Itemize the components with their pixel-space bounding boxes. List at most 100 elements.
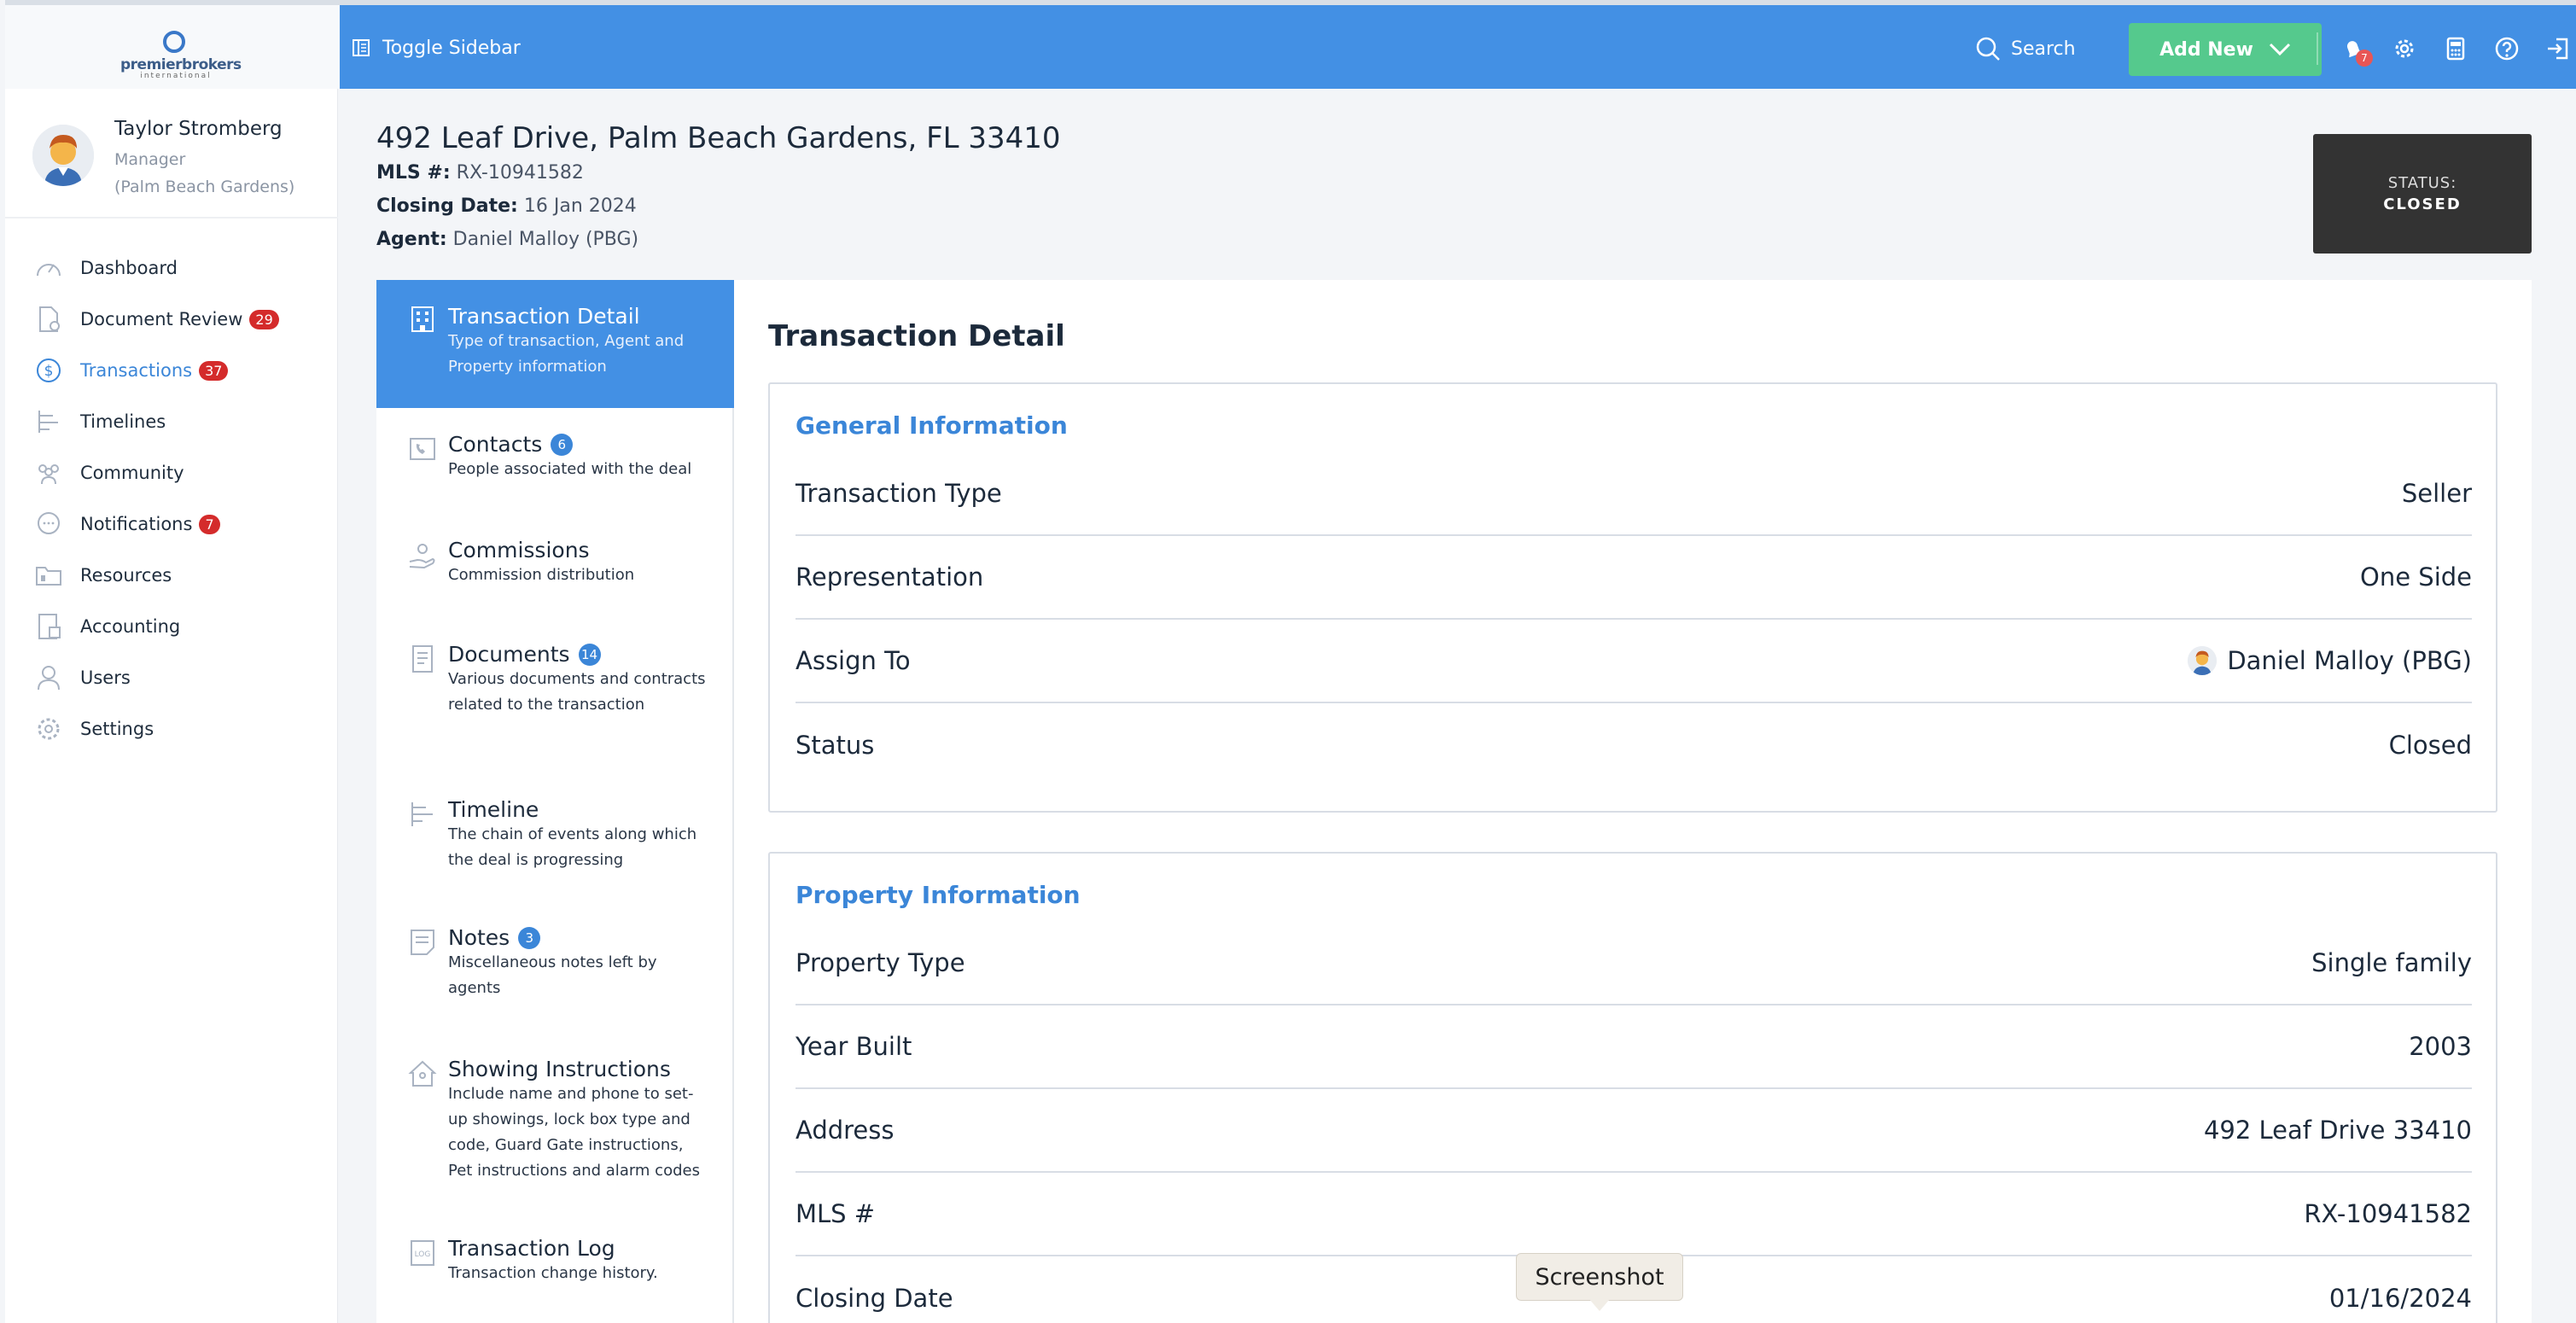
tab-description: Commission distribution [448,566,635,584]
tab-commissions[interactable]: Commissions Commission distribution [376,538,734,588]
avatar-icon [32,125,94,186]
avatar-icon [2188,646,2218,675]
status-value: CLOSED [2383,195,2462,213]
notifications-button[interactable]: 7 [2337,32,2373,67]
row-label: Property Type [796,948,965,977]
settings-button[interactable] [2388,32,2421,65]
gear-icon [2395,39,2414,58]
calculator-button[interactable] [2439,32,2472,65]
avatar [32,125,94,186]
sidebar-item-users[interactable]: Users [34,652,333,703]
tab-description: Include name and phone to set-up showing… [448,1085,700,1180]
sidebar-item-accounting[interactable]: Accounting [34,601,333,652]
chat-bubble-icon [38,512,60,534]
notification-count-badge: 7 [2356,50,2373,67]
sidebar-item-notifications[interactable]: Notifications 7 [34,498,333,550]
help-button[interactable] [2491,32,2523,65]
log-icon: LOG [411,1240,434,1266]
tab-title: Commissions [448,538,590,562]
tab-description: Transaction change history. [448,1264,658,1282]
sidebar-item-label: Resources [80,565,172,586]
svg-text:$: $ [44,363,54,380]
section-title: Transaction Detail [768,319,1065,353]
tab-title: Timeline [448,797,539,822]
logo-area[interactable]: premierbrokers international [5,5,340,89]
row-label: Address [796,1116,895,1145]
row-label: Representation [796,562,984,592]
dollar-circle-icon: $ [37,358,61,382]
info-row: Year Built 2003 [796,1005,2472,1089]
tab-title-text: Contacts [448,432,543,457]
logo: premierbrokers international [120,24,242,80]
logout-button[interactable] [2542,32,2574,65]
row-value: Closed [2388,731,2472,760]
sidebar-item-document-review[interactable]: Document Review 29 [34,294,333,345]
user-icon [38,666,60,691]
agent-line: Agent: Daniel Malloy (PBG) [376,229,638,250]
sidebar-nav: Dashboard Document Review 29 $ Transacti… [34,242,333,755]
info-row: Address 492 Leaf Drive 33410 [796,1089,2472,1173]
row-label: Assign To [796,646,911,675]
logo-mark-icon [163,31,185,53]
search-icon [1976,37,2000,61]
divider [5,217,338,219]
toggle-sidebar-button[interactable]: Toggle Sidebar [352,34,521,61]
icon-divider [2317,32,2318,65]
tab-notes[interactable]: Notes 3 Miscellaneous notes left by agen… [376,925,734,1001]
info-row: Assign To Daniel Malloy (PBG) [796,620,2472,703]
sidebar-item-label: Dashboard [80,258,178,278]
timeline-icon [411,802,433,826]
tab-title: Transaction Log [448,1236,615,1261]
sidebar-item-settings[interactable]: Settings [34,703,333,755]
tab-showing-instructions[interactable]: Showing Instructions Include name and ph… [376,1057,734,1184]
info-row: MLS # RX-10941582 [796,1173,2472,1256]
logo-text: premierbrokers [120,56,242,73]
speedometer-icon [37,264,61,277]
row-value: 01/16/2024 [2328,1284,2472,1313]
phone-book-icon [410,438,435,460]
status-label: STATUS: [2387,174,2457,192]
info-row: Property Type Single family [796,922,2472,1005]
tab-documents[interactable]: Documents 14 Various documents and contr… [376,642,734,718]
card-title: General Information [796,411,1068,440]
sidebar-item-label: Accounting [80,616,181,637]
search-button[interactable]: Search [1975,34,2076,63]
count-badge: 14 [578,643,601,666]
tab-title-text: Documents [448,642,570,667]
sidebar-item-label: Timelines [80,411,166,432]
timeline-icon [38,411,58,433]
gear-icon [38,718,60,740]
add-new-button[interactable]: Add New [2129,23,2322,76]
mls-value: RX-10941582 [456,162,584,184]
sidebar-item-dashboard[interactable]: Dashboard [34,242,333,294]
count-badge: 3 [518,926,541,949]
row-value: One Side [2360,562,2472,592]
calculator-icon [38,614,61,639]
tab-transaction-log[interactable]: LOG Transaction Log Transaction change h… [376,1236,734,1286]
row-value: 492 Leaf Drive 33410 [2203,1116,2472,1145]
assignee[interactable]: Daniel Malloy (PBG) [2188,646,2472,675]
top-bar: premierbrokers international Toggle Side… [5,0,2576,89]
closing-date-line: Closing Date: 16 Jan 2024 [376,195,637,217]
svg-text:LOG: LOG [415,1250,431,1259]
content-panel: Transaction Detail General Information T… [734,280,2532,1323]
tab-title: Showing Instructions [448,1057,671,1081]
profile-role: Manager [114,150,186,169]
sidebar-item-resources[interactable]: Resources [34,550,333,601]
info-row: Status Closed [796,703,2472,787]
sidebar-item-timelines[interactable]: Timelines [34,396,333,447]
row-value: 2003 [2409,1032,2472,1061]
sidebar-item-community[interactable]: Community [34,447,333,498]
top-icon-group: 7 [2317,32,2574,67]
add-new-label: Add New [2159,38,2253,61]
count-badge: 29 [249,309,279,329]
user-profile[interactable]: Taylor Stromberg Manager (Palm Beach Gar… [32,116,340,219]
folder-icon [36,567,61,586]
row-value: RX-10941582 [2304,1199,2472,1228]
tab-transaction-detail[interactable]: Transaction Detail Type of transaction, … [376,280,734,408]
tab-timeline[interactable]: Timeline The chain of events along which… [376,797,734,873]
sidebar-item-label: Transactions [80,360,193,381]
sidebar-item-transactions[interactable]: $ Transactions 37 [34,345,333,396]
tab-contacts[interactable]: Contacts 6 People associated with the de… [376,432,734,482]
calculator-icon [2446,37,2465,61]
